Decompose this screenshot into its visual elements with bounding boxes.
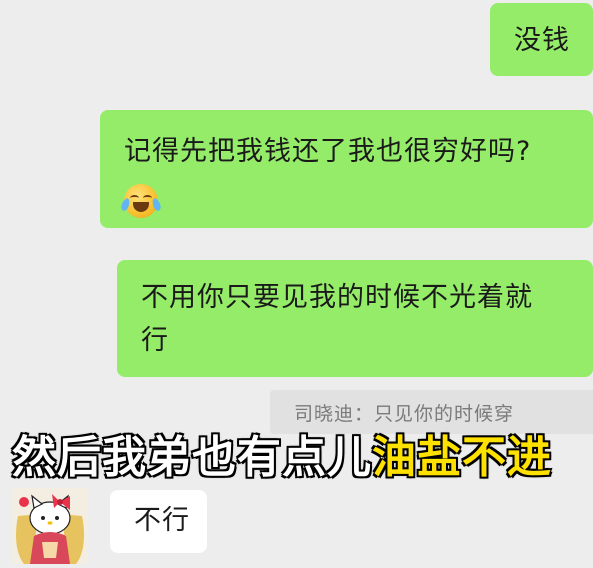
- message-bubble-2[interactable]: 记得先把我钱还了我也很穷好吗?: [100, 110, 593, 228]
- quoted-message-text: 司晓迪：只见你的时候穿: [294, 403, 515, 425]
- subtitle-caption-part1: 然后我弟也有点儿: [11, 431, 372, 484]
- message-text-3-line1: 不用你只要见我的时候不光着就: [141, 282, 533, 313]
- message-bubble-1[interactable]: 没钱: [490, 3, 593, 76]
- crying-laughing-emoji-icon: [119, 184, 163, 218]
- message-text-4: 不行: [134, 505, 190, 536]
- message-bubble-4[interactable]: 不行: [110, 490, 207, 553]
- subtitle-caption-part2: 油盐不进: [371, 431, 552, 484]
- hello-kitty-avatar-icon: [12, 488, 88, 564]
- hello-kitty-sticker-avatar[interactable]: [12, 488, 88, 564]
- message-bubble-3[interactable]: 不用你只要见我的时候不光着就 行: [117, 260, 593, 377]
- message-text-2: 记得先把我钱还了我也很穷好吗?: [124, 136, 532, 167]
- message-text-3-line2: 行: [141, 325, 169, 356]
- subtitle-caption: 然后我弟也有点儿油盐不进: [11, 428, 587, 488]
- message-text-1: 没钱: [514, 25, 570, 56]
